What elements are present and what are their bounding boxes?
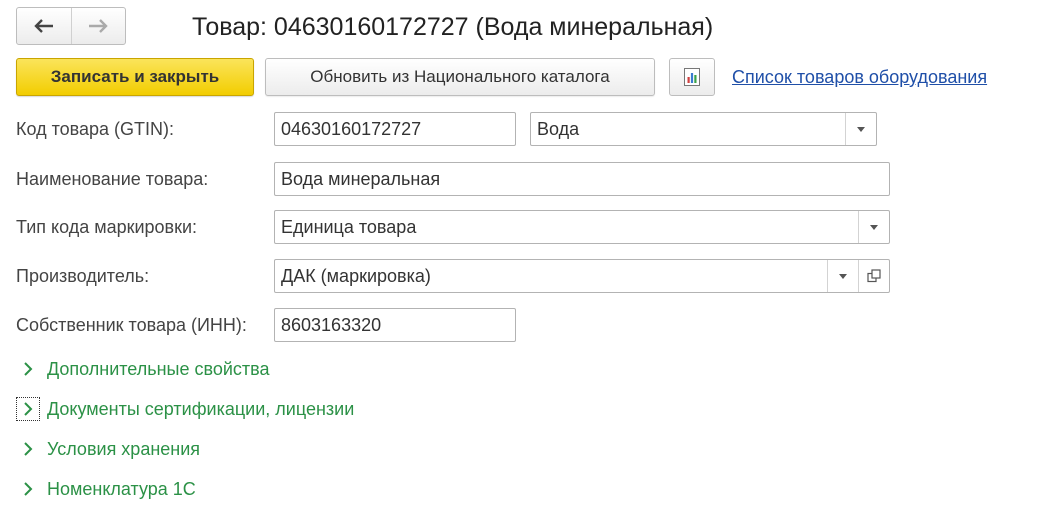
name-field[interactable]: Вода минеральная xyxy=(274,162,890,196)
chevron-down-icon xyxy=(870,224,878,230)
owner-label: Собственник товара (ИНН): xyxy=(16,315,247,335)
page-title: Товар: 04630160172727 (Вода минеральная) xyxy=(192,13,714,41)
chevron-right-icon xyxy=(16,397,40,421)
forward-button[interactable] xyxy=(70,8,126,44)
category-dropdown-button[interactable] xyxy=(845,113,876,145)
group-nomenclature-1c[interactable]: Номенклатура 1С xyxy=(16,474,196,504)
gtin-field[interactable]: 04630160172727 xyxy=(274,112,516,146)
equipment-list-link[interactable]: Список товаров оборудования xyxy=(732,64,987,90)
gtin-label: Код товара (GTIN): xyxy=(16,119,175,139)
group-certification-documents[interactable]: Документы сертификации, лицензии xyxy=(16,394,354,424)
group-label: Номенклатура 1С xyxy=(47,478,196,499)
manufacturer-open-button[interactable] xyxy=(858,260,889,292)
group-label: Условия хранения xyxy=(47,438,201,459)
marking-type-dropdown-button[interactable] xyxy=(858,211,889,243)
arrow-left-icon xyxy=(34,19,53,33)
name-label: Наименование товара: xyxy=(16,169,209,189)
group-additional-properties[interactable]: Дополнительные свойства xyxy=(16,354,270,384)
group-storage-conditions[interactable]: Условия хранения xyxy=(16,434,200,464)
save-and-close-button[interactable]: Записать и закрыть xyxy=(16,58,254,96)
manufacturer-dropdown-button[interactable] xyxy=(827,260,858,292)
chevron-down-icon xyxy=(857,126,865,132)
chevron-down-icon xyxy=(839,273,847,279)
category-select[interactable]: Вода xyxy=(530,112,877,146)
name-value: Вода минеральная xyxy=(281,169,441,189)
chevron-right-icon xyxy=(16,477,40,501)
marking-type-label: Тип кода маркировки: xyxy=(16,217,198,237)
open-window-icon xyxy=(867,269,881,283)
owner-inn-value: 8603163320 xyxy=(281,315,382,335)
gtin-value: 04630160172727 xyxy=(281,119,422,139)
manufacturer-select[interactable]: ДАК (маркировка) xyxy=(274,259,890,293)
navigation-buttons xyxy=(16,7,126,45)
group-label: Документы сертификации, лицензии xyxy=(47,398,355,419)
owner-inn-field[interactable]: 8603163320 xyxy=(274,308,516,342)
arrow-right-icon xyxy=(89,19,108,33)
back-button[interactable] xyxy=(17,8,71,44)
marking-type-value: Единица товара xyxy=(281,217,417,237)
group-label: Дополнительные свойства xyxy=(47,358,270,379)
report-button[interactable] xyxy=(669,58,715,96)
chevron-right-icon xyxy=(16,357,40,381)
report-chart-icon xyxy=(684,68,700,86)
chevron-right-icon xyxy=(16,437,40,461)
manufacturer-label: Производитель: xyxy=(16,266,150,286)
category-value: Вода xyxy=(537,119,580,139)
update-from-catalog-button[interactable]: Обновить из Национального каталога xyxy=(265,58,655,96)
marking-type-select[interactable]: Единица товара xyxy=(274,210,890,244)
manufacturer-value: ДАК (маркировка) xyxy=(281,266,431,286)
